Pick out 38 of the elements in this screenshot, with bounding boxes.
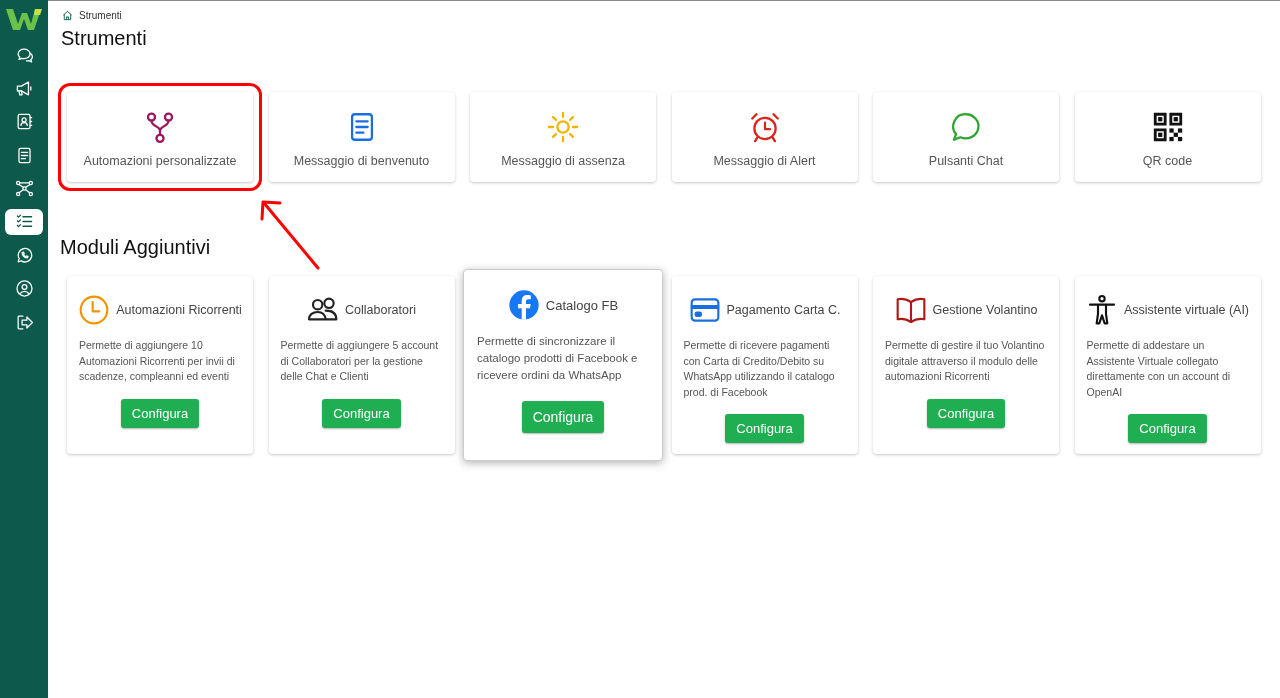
module-title: Automazioni Ricorrenti [116,303,242,317]
breadcrumb-item[interactable]: Strumenti [79,10,122,21]
module-title: Collaboratori [345,303,416,317]
logo-icon[interactable] [5,6,43,32]
module-description: Permette di sincronizzare il catalogo prodotti di Facebook e ricevere ordini da WhatsApp [477,334,639,383]
tool-card[interactable]: Automazioni personalizzate [67,92,253,182]
home-icon[interactable] [62,10,73,21]
module-description: Permette di ricevere pagamenti con Carta di Credito/Debito su WhatsApp utilizzando il catalogo prod. di Facebook [683,338,836,400]
tool-label: Messaggio di assenza [501,154,625,168]
tool-label: Pulsanti Chat [928,154,1004,168]
module-description: Permette di gestire il tuo Volantino digitale attraverso il modulo delle automazioni Ricorrenti [885,338,1046,384]
section-title: Moduli Aggiuntivi [60,236,212,259]
sun-icon [546,110,580,144]
clock-icon [78,294,111,326]
user-circle-icon [14,279,34,299]
tool-card[interactable]: Messaggio di Alert [671,92,858,182]
tool-card[interactable]: QR code [1074,92,1261,182]
tool-card[interactable]: Pulsanti Chat [873,92,1059,182]
module-description: Permette di aggiungere 10 Automazioni Ricorrenti per invii di scadenze, compleanni ed eventi [79,338,236,384]
tool-label: Automazioni personalizzate [83,154,237,168]
speech-bubble-icon [949,110,983,144]
tool-label: Messaggio di Alert [713,154,816,168]
tool-label: Messaggio di benvenuto [293,154,430,168]
module-description: Permette di aggiungere 5 account di Collaboratori per la gestione delle Chat e Clienti [280,338,440,384]
tool-card[interactable]: Messaggio di benvenuto [268,92,455,182]
tool-label: QR code [1142,154,1193,168]
module-title: Gestione Volantino [932,303,1038,317]
module-description: Permette di addestare un Assistente Virtuale collegato direttamente con un account di OpenAI [1086,338,1232,400]
sidebar-item[interactable] [5,208,43,235]
facebook-icon [507,289,540,321]
module-title: Catalogo FB [545,297,619,313]
module-title: Pagamento Carta C. [726,303,841,317]
network-nodes-icon [14,179,34,199]
megaphone-icon [14,78,34,98]
tool-card[interactable]: Messaggio di assenza [470,92,656,182]
human-figure-icon [1086,294,1118,326]
module-title: Assistente virtuale (AI) [1124,303,1250,317]
page-title: Strumenti [61,27,148,50]
